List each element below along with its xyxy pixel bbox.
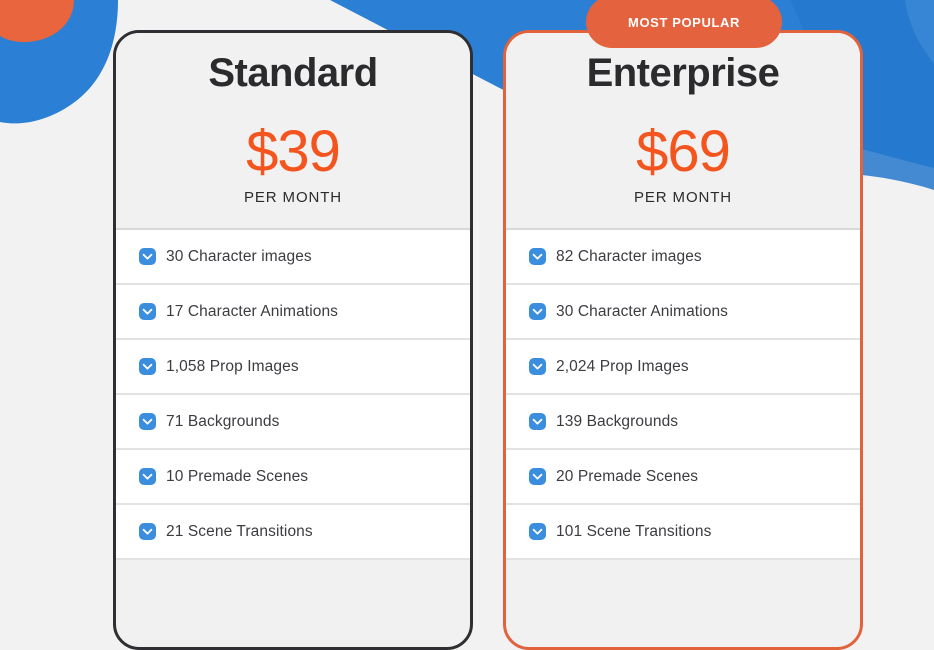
check-circle-icon bbox=[529, 358, 546, 375]
feature-list-enterprise: 82 Character images 30 Character Animati… bbox=[506, 228, 860, 560]
feature-item: 21 Scene Transitions bbox=[116, 505, 470, 560]
card-header-enterprise: Enterprise $69 PER MONTH bbox=[506, 33, 860, 228]
feature-item: 82 Character images bbox=[506, 230, 860, 285]
check-circle-icon bbox=[529, 468, 546, 485]
feature-item: 71 Backgrounds bbox=[116, 395, 470, 450]
most-popular-badge-label: MOST POPULAR bbox=[628, 14, 740, 30]
plan-price-enterprise: $69 bbox=[636, 119, 731, 184]
feature-label: 30 Character images bbox=[166, 247, 312, 265]
plan-price-standard: $39 bbox=[246, 119, 341, 184]
feature-label: 139 Backgrounds bbox=[556, 412, 679, 430]
check-circle-icon bbox=[139, 248, 156, 265]
most-popular-badge: MOST POPULAR bbox=[586, 0, 782, 48]
feature-label: 1,058 Prop Images bbox=[166, 357, 299, 375]
feature-item: 101 Scene Transitions bbox=[506, 505, 860, 560]
feature-item: 20 Premade Scenes bbox=[506, 450, 860, 505]
check-circle-icon bbox=[139, 303, 156, 320]
pricing-cards-stage: Standard $39 PER MONTH 30 Character imag… bbox=[0, 0, 934, 650]
feature-item: 2,024 Prop Images bbox=[506, 340, 860, 395]
feature-label: 101 Scene Transitions bbox=[556, 522, 712, 540]
feature-label: 21 Scene Transitions bbox=[166, 522, 313, 540]
plan-name-enterprise: Enterprise bbox=[586, 51, 780, 95]
feature-label: 17 Character Animations bbox=[166, 302, 339, 320]
feature-label: 71 Backgrounds bbox=[166, 412, 280, 430]
check-circle-icon bbox=[139, 413, 156, 430]
feature-item: 10 Premade Scenes bbox=[116, 450, 470, 505]
check-circle-icon bbox=[139, 523, 156, 540]
feature-label: 30 Character Animations bbox=[556, 302, 729, 320]
plan-period-standard: PER MONTH bbox=[243, 189, 343, 206]
feature-item: 139 Backgrounds bbox=[506, 395, 860, 450]
pricing-card-standard[interactable]: Standard $39 PER MONTH 30 Character imag… bbox=[113, 30, 473, 650]
feature-item: 30 Character Animations bbox=[506, 285, 860, 340]
check-circle-icon bbox=[529, 248, 546, 265]
pricing-card-enterprise[interactable]: Enterprise $69 PER MONTH 82 Character im… bbox=[503, 30, 863, 650]
feature-label: 2,024 Prop Images bbox=[556, 357, 689, 375]
plan-period-enterprise: PER MONTH bbox=[633, 189, 733, 206]
feature-item: 1,058 Prop Images bbox=[116, 340, 470, 395]
check-circle-icon bbox=[529, 523, 546, 540]
check-circle-icon bbox=[139, 468, 156, 485]
feature-item: 17 Character Animations bbox=[116, 285, 470, 340]
card-header-standard: Standard $39 PER MONTH bbox=[116, 33, 470, 228]
check-circle-icon bbox=[529, 303, 546, 320]
plan-name-standard: Standard bbox=[208, 51, 378, 95]
feature-item: 30 Character images bbox=[116, 230, 470, 285]
feature-label: 82 Character images bbox=[556, 247, 702, 265]
feature-list-standard: 30 Character images 17 Character Animati… bbox=[116, 228, 470, 560]
feature-label: 10 Premade Scenes bbox=[166, 467, 309, 485]
feature-label: 20 Premade Scenes bbox=[556, 467, 699, 485]
check-circle-icon bbox=[139, 358, 156, 375]
check-circle-icon bbox=[529, 413, 546, 430]
